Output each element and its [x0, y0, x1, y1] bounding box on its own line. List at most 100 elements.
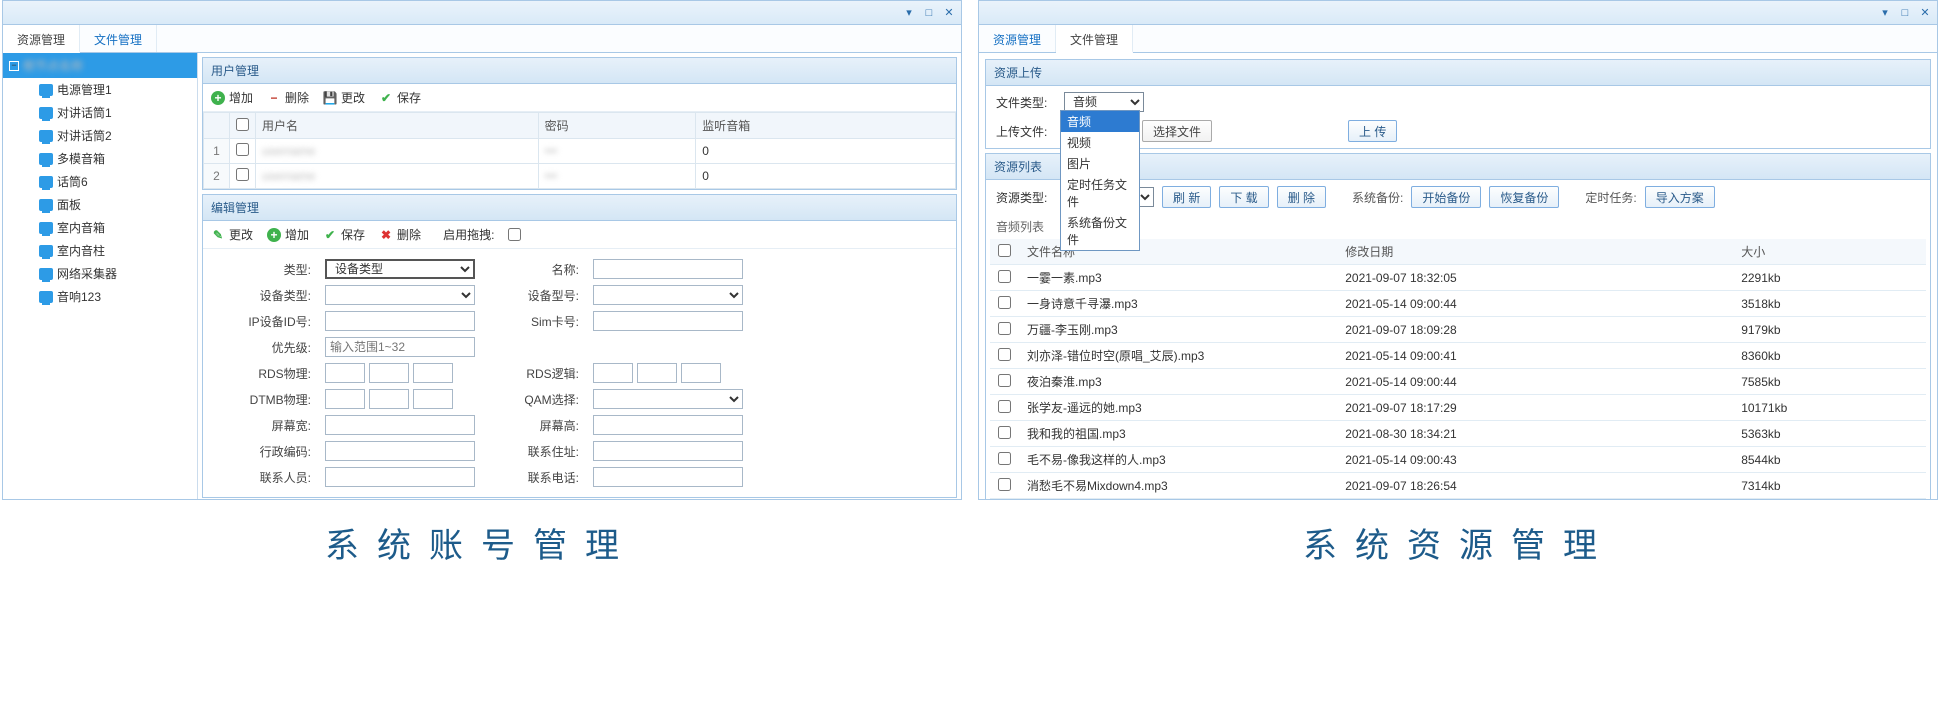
editor-edit-button[interactable]: ✎更改 [211, 226, 253, 243]
rdsphy-3[interactable] [413, 363, 453, 383]
editor-delete-button[interactable]: ✖删除 [379, 226, 421, 243]
save-button[interactable]: ✔保存 [379, 89, 421, 106]
plus-icon: + [211, 91, 225, 105]
tree-item[interactable]: 电源管理1 [3, 78, 197, 101]
tree-item[interactable]: 面板 [3, 193, 197, 216]
table-row[interactable]: 夜泊秦淮.mp32021-05-14 09:00:447585kb [990, 369, 1926, 395]
row-check[interactable] [998, 374, 1011, 387]
close-icon[interactable]: ✕ [943, 7, 955, 19]
tree-root[interactable]: − 根节点名称 [3, 53, 197, 78]
dtmbphy-1[interactable] [325, 389, 365, 409]
close-icon[interactable]: ✕ [1919, 7, 1931, 19]
tree-item[interactable]: 多模音箱 [3, 147, 197, 170]
tree-item[interactable]: 话筒6 [3, 170, 197, 193]
table-row[interactable]: 张学友-遥远的她.mp32021-09-07 18:17:2910171kb [990, 395, 1926, 421]
row-check[interactable] [998, 322, 1011, 335]
row-check[interactable] [998, 478, 1011, 491]
tree-item[interactable]: 网络采集器 [3, 262, 197, 285]
editor-add-button[interactable]: +增加 [267, 226, 309, 243]
ipid-input[interactable] [325, 311, 475, 331]
delete-button[interactable]: 删 除 [1277, 186, 1326, 208]
table-row[interactable]: 消愁毛不易Mixdown4.mp32021-09-07 18:26:547314… [990, 473, 1926, 499]
tree-item[interactable]: 室内音箱 [3, 216, 197, 239]
rdsphy-2[interactable] [369, 363, 409, 383]
cell-date: 2021-08-30 18:34:21 [1337, 421, 1733, 447]
add-button[interactable]: +增加 [211, 89, 253, 106]
table-row[interactable]: 一霎一素.mp32021-09-07 18:32:052291kb [990, 265, 1926, 291]
devmodel-select[interactable] [593, 285, 743, 305]
rdslog-1[interactable] [593, 363, 633, 383]
filetype-select[interactable]: 音频 [1064, 92, 1144, 112]
maximize-icon[interactable]: □ [923, 7, 935, 19]
contactaddr-input[interactable] [593, 441, 743, 461]
edit-button[interactable]: 💾更改 [323, 89, 365, 106]
pick-file-button[interactable]: 选择文件 [1142, 120, 1212, 142]
backup-restore-button[interactable]: 恢复备份 [1489, 186, 1559, 208]
check-all[interactable] [236, 118, 249, 131]
table-row[interactable]: 万疆-李玉刚.mp32021-09-07 18:09:289179kb [990, 317, 1926, 343]
minimize-icon[interactable]: ▾ [1879, 7, 1891, 19]
rdsphy-1[interactable] [325, 363, 365, 383]
admincode-input[interactable] [325, 441, 475, 461]
row-check[interactable] [998, 426, 1011, 439]
dropdown-item[interactable]: 音频 [1061, 111, 1139, 132]
row-num: 1 [204, 139, 230, 164]
tab-resource[interactable]: 资源管理 [3, 25, 80, 53]
table-row[interactable]: 2username•••0 [204, 164, 956, 189]
backup-start-button[interactable]: 开始备份 [1411, 186, 1481, 208]
download-button[interactable]: 下 载 [1219, 186, 1268, 208]
table-row[interactable]: 王思琪-一个人挺好女声版.mp32021-05-14 09:00:424413k… [990, 499, 1926, 500]
table-row[interactable]: 一身诗意千寻瀑.mp32021-05-14 09:00:443518kb [990, 291, 1926, 317]
row-check[interactable] [998, 452, 1011, 465]
qam-select[interactable] [593, 389, 743, 409]
type-select[interactable]: 设备类型 [325, 259, 475, 279]
row-check[interactable] [998, 400, 1011, 413]
tree-item[interactable]: 对讲话筒1 [3, 101, 197, 124]
tab-resource[interactable]: 资源管理 [979, 25, 1056, 52]
row-check[interactable] [236, 143, 249, 156]
refresh-button[interactable]: 刷 新 [1162, 186, 1211, 208]
table-row[interactable]: 1username•••0 [204, 139, 956, 164]
contactperson-input[interactable] [325, 467, 475, 487]
tree-item[interactable]: 对讲话筒2 [3, 124, 197, 147]
dtmbphy-2[interactable] [369, 389, 409, 409]
dropdown-item[interactable]: 图片 [1061, 153, 1139, 174]
delete-button[interactable]: −删除 [267, 89, 309, 106]
table-row[interactable]: 刘亦泽-错位时空(原唱_艾辰).mp32021-05-14 09:00:4183… [990, 343, 1926, 369]
cell-name: 张学友-遥远的她.mp3 [1019, 395, 1337, 421]
rdslog-2[interactable] [637, 363, 677, 383]
cell-size: 8360kb [1733, 343, 1926, 369]
editor-save-button[interactable]: ✔保存 [323, 226, 365, 243]
minimize-icon[interactable]: ▾ [903, 7, 915, 19]
scrh-input[interactable] [593, 415, 743, 435]
upload-button[interactable]: 上 传 [1348, 120, 1397, 142]
name-input[interactable] [593, 259, 743, 279]
drag-checkbox[interactable] [508, 228, 521, 241]
sched-import-button[interactable]: 导入方案 [1645, 186, 1715, 208]
collapse-icon[interactable]: − [9, 61, 19, 71]
table-row[interactable]: 毛不易-像我这样的人.mp32021-05-14 09:00:438544kb [990, 447, 1926, 473]
tree-item[interactable]: 音响123 [3, 285, 197, 308]
lbl-sim: Sim卡号: [489, 313, 579, 330]
row-check[interactable] [998, 270, 1011, 283]
devtype-select[interactable] [325, 285, 475, 305]
row-check[interactable] [236, 168, 249, 181]
scrw-input[interactable] [325, 415, 475, 435]
sim-input[interactable] [593, 311, 743, 331]
priority-input[interactable] [325, 337, 475, 357]
maximize-icon[interactable]: □ [1899, 7, 1911, 19]
cell-size: 10171kb [1733, 395, 1926, 421]
tree-item[interactable]: 室内音柱 [3, 239, 197, 262]
row-check[interactable] [998, 296, 1011, 309]
file-check-all[interactable] [998, 244, 1011, 257]
dropdown-item[interactable]: 视频 [1061, 132, 1139, 153]
row-check[interactable] [998, 348, 1011, 361]
contactphone-input[interactable] [593, 467, 743, 487]
rdslog-3[interactable] [681, 363, 721, 383]
tab-file[interactable]: 文件管理 [1056, 25, 1133, 53]
dropdown-item[interactable]: 定时任务文件 [1061, 174, 1139, 212]
table-row[interactable]: 我和我的祖国.mp32021-08-30 18:34:215363kb [990, 421, 1926, 447]
tab-file[interactable]: 文件管理 [80, 25, 157, 52]
dropdown-item[interactable]: 系统备份文件 [1061, 212, 1139, 250]
dtmbphy-3[interactable] [413, 389, 453, 409]
